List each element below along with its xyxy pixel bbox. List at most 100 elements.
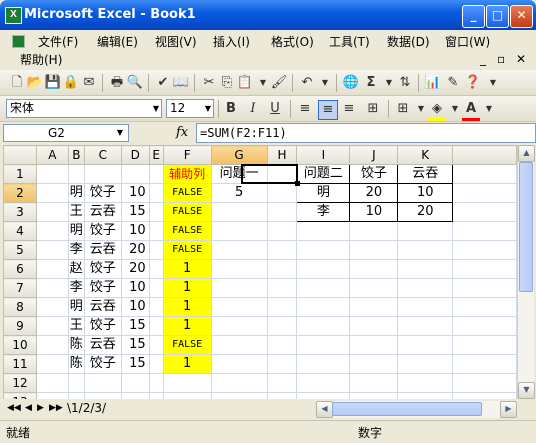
cell-e11[interactable] <box>148 354 164 374</box>
horizontal-scrollbar[interactable]: ◀ ▶ <box>316 401 517 418</box>
cell-e8[interactable] <box>148 297 164 317</box>
cell-i2[interactable]: 明 <box>296 183 351 203</box>
chevron-down-icon[interactable]: ▼ <box>117 125 123 141</box>
cell-h9[interactable] <box>266 316 298 336</box>
cell-d9[interactable]: 15 <box>120 316 150 336</box>
underline-button[interactable]: U <box>266 100 284 118</box>
cell-f3[interactable]: FALSE <box>162 202 212 222</box>
cell-g7[interactable] <box>210 278 268 298</box>
cell-h3[interactable] <box>266 202 298 222</box>
cell-f10[interactable]: FALSE <box>162 335 212 355</box>
cell-d11[interactable]: 15 <box>120 354 150 374</box>
cell-blank[interactable] <box>452 278 517 298</box>
permission-icon[interactable]: 🔒 <box>62 74 80 92</box>
cell-j12[interactable] <box>349 373 399 393</box>
paste-icon[interactable]: 📋 <box>236 74 254 92</box>
menu-data[interactable]: 数据(D) <box>387 34 430 50</box>
cell-i1[interactable]: 问题二 <box>296 164 351 184</box>
row-header[interactable]: 5 <box>3 240 37 260</box>
row-header[interactable]: 11 <box>3 354 37 374</box>
scroll-left-icon[interactable]: ◀ <box>316 401 333 418</box>
column-header-g[interactable]: G <box>210 145 268 165</box>
cell-b8[interactable]: 明 <box>67 297 85 317</box>
font-color-icon[interactable]: A <box>462 100 480 121</box>
column-header-b[interactable]: B <box>67 145 85 165</box>
cell-blank[interactable] <box>452 297 517 317</box>
cell-d4[interactable]: 10 <box>120 221 150 241</box>
cell-e4[interactable] <box>148 221 164 241</box>
cell-blank[interactable] <box>452 354 517 374</box>
cell-k4[interactable] <box>397 221 454 241</box>
cell-a2[interactable] <box>35 183 69 203</box>
column-header-e[interactable]: E <box>148 145 164 165</box>
cell-j7[interactable] <box>349 278 399 298</box>
horizontal-scroll-thumb[interactable] <box>332 402 482 416</box>
cell-blank[interactable] <box>452 335 517 355</box>
menu-window[interactable]: 窗口(W) <box>445 34 490 50</box>
vertical-scrollbar[interactable]: ▲ ▼ <box>517 145 535 399</box>
menu-view[interactable]: 视图(V) <box>155 34 197 50</box>
toolbar-options-icon[interactable]: ▼ <box>484 74 502 92</box>
cell-a9[interactable] <box>35 316 69 336</box>
cell-g6[interactable] <box>210 259 268 279</box>
cell-j3[interactable]: 10 <box>349 202 399 222</box>
scroll-up-icon[interactable]: ▲ <box>518 145 535 162</box>
cell-c8[interactable]: 云吞 <box>83 297 122 317</box>
cell-d10[interactable]: 15 <box>120 335 150 355</box>
cell-a8[interactable] <box>35 297 69 317</box>
menu-help[interactable]: 帮助(H) <box>20 52 62 68</box>
cell-f2[interactable]: FALSE <box>162 183 212 203</box>
cell-k12[interactable] <box>397 373 454 393</box>
cell-b5[interactable]: 李 <box>67 240 85 260</box>
cell-c6[interactable]: 饺子 <box>83 259 122 279</box>
menu-file[interactable]: 文件(F) <box>38 34 78 50</box>
save-icon[interactable]: 💾 <box>44 74 62 92</box>
cell-h11[interactable] <box>266 354 298 374</box>
cell-f12[interactable] <box>162 373 212 393</box>
cell-b7[interactable]: 李 <box>67 278 85 298</box>
close-button[interactable]: ✕ <box>510 5 533 28</box>
menu-format[interactable]: 格式(O) <box>271 34 314 50</box>
help-icon[interactable]: ❓ <box>464 74 482 92</box>
cell-d13[interactable] <box>120 392 150 399</box>
menu-edit[interactable]: 编辑(E) <box>97 34 138 50</box>
cell-f9[interactable]: 1 <box>162 316 212 336</box>
column-header-f[interactable]: F <box>162 145 212 165</box>
merge-center-icon[interactable]: ⊞ <box>364 100 382 118</box>
cell-i11[interactable] <box>296 354 351 374</box>
print-preview-icon[interactable]: 🔍 <box>126 74 144 92</box>
cell-b11[interactable]: 陈 <box>67 354 85 374</box>
vertical-scroll-thumb[interactable] <box>519 162 533 292</box>
cell-k2[interactable]: 10 <box>397 183 454 203</box>
cell-g5[interactable] <box>210 240 268 260</box>
cell-g9[interactable] <box>210 316 268 336</box>
copy-icon[interactable]: ⎘ <box>218 74 236 92</box>
fill-handle[interactable] <box>295 181 300 186</box>
cell-blank[interactable] <box>452 373 517 393</box>
cell-e5[interactable] <box>148 240 164 260</box>
cell-e3[interactable] <box>148 202 164 222</box>
drawing-icon[interactable]: ✎ <box>444 74 462 92</box>
cell-f8[interactable]: 1 <box>162 297 212 317</box>
row-header[interactable]: 9 <box>3 316 37 336</box>
cell-i8[interactable] <box>296 297 351 317</box>
cell-blank[interactable] <box>452 202 517 222</box>
cell-a3[interactable] <box>35 202 69 222</box>
cell-f5[interactable]: FALSE <box>162 240 212 260</box>
cell-a11[interactable] <box>35 354 69 374</box>
cell-b12[interactable] <box>67 373 85 393</box>
cell-g12[interactable] <box>210 373 268 393</box>
cell-b6[interactable]: 赵 <box>67 259 85 279</box>
excel-app-icon[interactable]: X <box>5 7 22 24</box>
font-color-dropdown-icon[interactable]: ▼ <box>480 100 498 118</box>
cell-g8[interactable] <box>210 297 268 317</box>
row-header[interactable]: 6 <box>3 259 37 279</box>
cell-e12[interactable] <box>148 373 164 393</box>
cell-j2[interactable]: 20 <box>349 183 399 203</box>
cell-c11[interactable]: 饺子 <box>83 354 122 374</box>
cell-h6[interactable] <box>266 259 298 279</box>
cell-a10[interactable] <box>35 335 69 355</box>
row-header[interactable]: 13 <box>3 392 37 399</box>
cell-d8[interactable]: 10 <box>120 297 150 317</box>
maximize-button[interactable]: □ <box>486 5 509 28</box>
